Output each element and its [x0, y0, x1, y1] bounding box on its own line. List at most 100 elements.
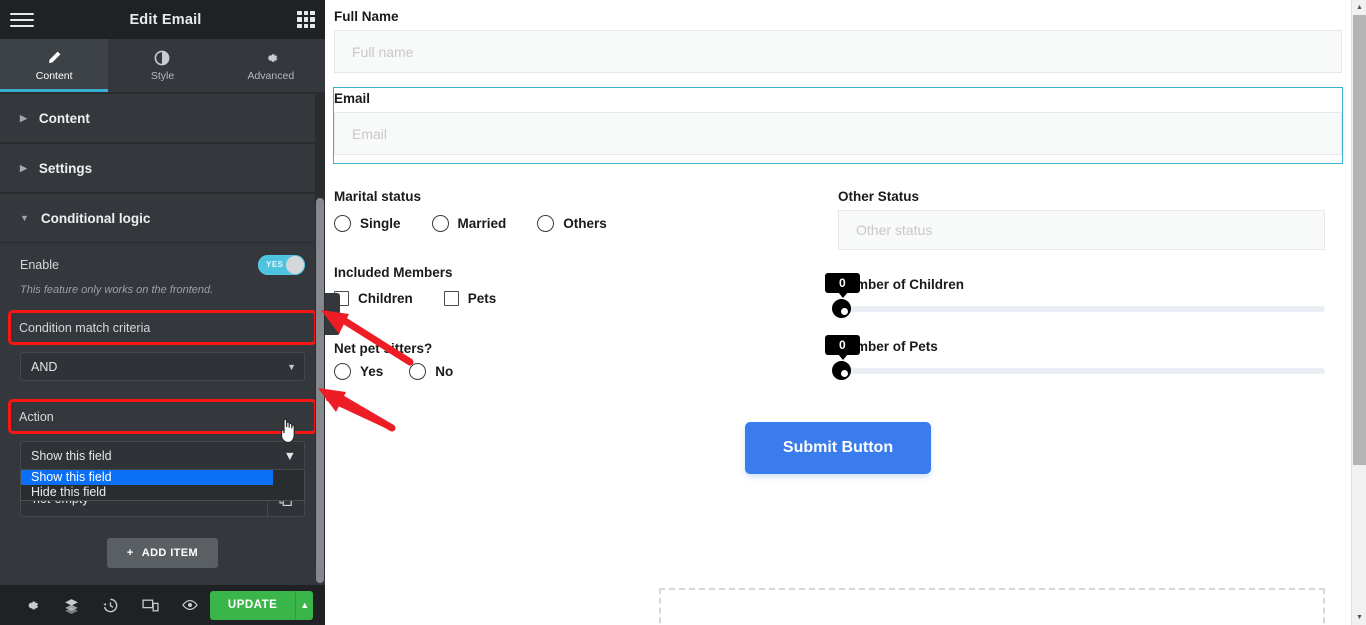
marital-status-options: Single Married Others: [334, 215, 821, 232]
form-columns-row-1: Marital status Single Married: [334, 189, 1342, 380]
half-circle-icon: [154, 50, 170, 66]
radio-icon: [432, 215, 449, 232]
submit-wrapper: Submit Button: [334, 422, 1342, 474]
browser-scrollbar[interactable]: ▲ ▼: [1351, 0, 1366, 625]
action-option-hide-this-field[interactable]: Hide this field: [21, 485, 273, 500]
column-left-1: Marital status Single Married: [334, 189, 838, 380]
widget-marital-status[interactable]: Marital status Single Married: [334, 189, 821, 232]
number-of-pets-knob[interactable]: [832, 361, 851, 380]
history-icon[interactable]: [91, 585, 131, 625]
chevron-up-icon[interactable]: ▲: [295, 591, 313, 620]
add-item-wrapper: + ADD ITEM: [0, 517, 325, 588]
number-of-children-knob[interactable]: [832, 299, 851, 318]
section-conditional-logic[interactable]: ▼ Conditional logic: [0, 193, 325, 243]
widget-number-of-pets[interactable]: Number of Pets 0: [838, 339, 1325, 374]
radio-option-no[interactable]: No: [409, 363, 453, 380]
checkbox-option-pets[interactable]: Pets: [444, 291, 497, 306]
layers-icon[interactable]: [52, 585, 92, 625]
number-of-pets-value: 0: [825, 335, 860, 355]
number-of-pets-rail[interactable]: 0: [838, 368, 1325, 374]
action-select-value: Show this field: [31, 449, 112, 463]
contact-form: Full Name Full name Email Email Marital …: [325, 0, 1351, 474]
section-content-label: Content: [39, 111, 90, 126]
section-conditional-logic-label: Conditional logic: [41, 211, 151, 226]
update-button[interactable]: UPDATE: [210, 591, 295, 620]
widget-included-members[interactable]: Included Members Children Pets: [334, 265, 821, 306]
panel-scrollbar-thumb[interactable]: [316, 198, 324, 583]
gear-icon[interactable]: [12, 585, 52, 625]
gear-icon: [263, 50, 279, 66]
radio-option-single[interactable]: Single: [334, 215, 401, 232]
action-select-options: Show this field Hide this field: [20, 470, 305, 501]
panel-scrollbar-track[interactable]: [315, 93, 325, 567]
widget-email[interactable]: Email Email: [334, 88, 1342, 163]
grid-icon[interactable]: [297, 11, 315, 29]
email-placeholder: Email: [352, 126, 387, 142]
column-right-1: Other Status Other status Number of Chil…: [838, 189, 1342, 380]
radio-label-married: Married: [458, 216, 507, 231]
responsive-icon[interactable]: [131, 585, 171, 625]
page-title: Edit Email: [34, 12, 297, 28]
hamburger-icon[interactable]: [10, 13, 34, 27]
radio-icon: [537, 215, 554, 232]
enable-toggle[interactable]: YES: [258, 255, 305, 275]
highlight-box-action: Action: [8, 399, 317, 434]
radio-option-married[interactable]: Married: [432, 215, 507, 232]
radio-label-others: Others: [563, 216, 607, 231]
chevron-down-icon: ▼: [284, 449, 296, 463]
elementor-editor-panel: Edit Email Content Style: [0, 0, 325, 625]
browser-scrollbar-thumb[interactable]: [1353, 15, 1366, 465]
tab-content[interactable]: Content: [0, 39, 108, 92]
section-settings[interactable]: ▶ Settings: [0, 143, 325, 193]
radio-option-yes[interactable]: Yes: [334, 363, 383, 380]
radio-icon: [334, 363, 351, 380]
panel-collapse-handle[interactable]: ‹: [325, 293, 340, 335]
tab-advanced[interactable]: Advanced: [217, 39, 325, 92]
add-item-button[interactable]: + ADD ITEM: [107, 538, 218, 568]
widget-net-pet-sitters[interactable]: Net pet sitters? Yes No: [334, 341, 821, 380]
scroll-up-arrow-icon[interactable]: ▲: [1352, 0, 1366, 15]
checkbox-label-children: Children: [358, 291, 413, 306]
radio-icon: [409, 363, 426, 380]
widget-full-name[interactable]: Full Name Full name: [334, 9, 1342, 73]
add-item-label: ADD ITEM: [142, 547, 198, 559]
radio-label-yes: Yes: [360, 364, 383, 379]
chevron-right-icon: ▶: [20, 114, 27, 123]
submit-button[interactable]: Submit Button: [745, 422, 931, 474]
scroll-down-arrow-icon[interactable]: ▼: [1352, 610, 1366, 625]
net-pet-sitters-label: Net pet sitters?: [334, 341, 821, 356]
action-select[interactable]: Show this field ▼: [20, 441, 305, 470]
match-criteria-label: Condition match criteria: [11, 313, 314, 342]
conditional-logic-controls: Enable YES This feature only works on th…: [0, 243, 325, 588]
enable-description: This feature only works on the frontend.: [0, 275, 325, 298]
widget-number-of-children[interactable]: Number of Children 0: [838, 277, 1325, 312]
other-status-input[interactable]: Other status: [838, 210, 1325, 250]
radio-label-no: No: [435, 364, 453, 379]
tab-style-label: Style: [151, 70, 174, 82]
tab-style[interactable]: Style: [108, 39, 216, 92]
app-root: Edit Email Content Style: [0, 0, 1366, 625]
full-name-input[interactable]: Full name: [334, 30, 1342, 73]
radio-option-others[interactable]: Others: [537, 215, 607, 232]
enable-label: Enable: [20, 258, 59, 272]
email-input[interactable]: Email: [334, 112, 1342, 155]
match-criteria-select[interactable]: AND ▼: [20, 352, 305, 381]
section-content[interactable]: ▶ Content: [0, 93, 325, 143]
enable-row: Enable YES: [0, 243, 325, 275]
toggle-knob: [286, 256, 304, 274]
radio-icon: [334, 215, 351, 232]
checkbox-option-children[interactable]: Children: [334, 291, 413, 306]
form-canvas: Full Name Full name Email Email Marital …: [325, 0, 1351, 625]
eye-icon[interactable]: [170, 585, 210, 625]
tab-advanced-label: Advanced: [247, 70, 294, 82]
full-name-placeholder: Full name: [352, 44, 413, 60]
panel-footer: UPDATE ▲: [0, 585, 325, 625]
action-label: Action: [11, 402, 314, 431]
number-of-children-rail[interactable]: 0: [838, 306, 1325, 312]
plus-icon: +: [127, 547, 134, 559]
empty-section-placeholder[interactable]: [659, 588, 1325, 625]
action-select-wrapper: Show this field ▼ Show this field Hide t…: [20, 441, 305, 470]
action-option-show-this-field[interactable]: Show this field: [21, 470, 273, 485]
widget-other-status[interactable]: Other Status Other status: [838, 189, 1325, 250]
chevron-left-icon: ‹: [331, 307, 335, 321]
